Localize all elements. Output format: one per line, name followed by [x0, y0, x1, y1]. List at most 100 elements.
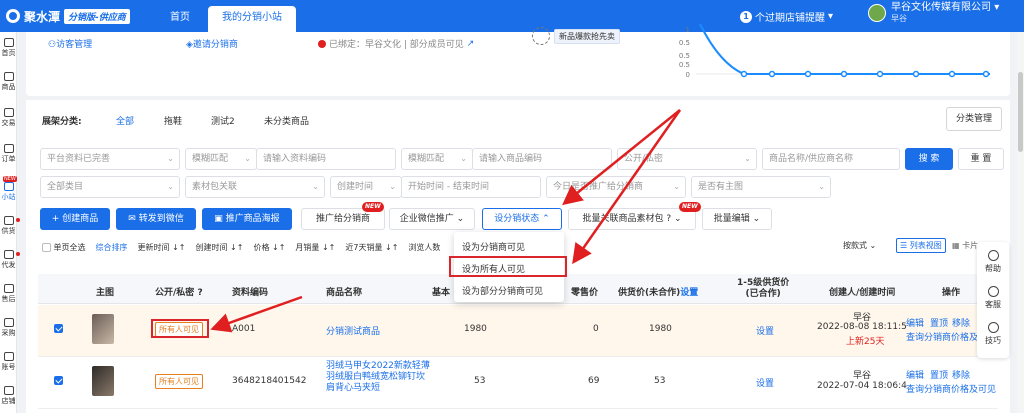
card-view-toggle[interactable]: ▦ 卡片: [952, 240, 978, 251]
time-type-select[interactable]: 创建时间 ⌄: [330, 176, 402, 198]
sidebar-item-account[interactable]: 账号: [0, 352, 17, 372]
poster-button[interactable]: ▣ 推广商品海报: [202, 208, 292, 230]
batch-material-button[interactable]: 批量关联商品素材包 ? ⌄ NEW: [568, 202, 701, 230]
visitor-management-link[interactable]: ⚇访客管理: [48, 37, 92, 50]
list-view-label: 列表视图: [909, 241, 942, 250]
promote-distributor-button[interactable]: 推广给分销商 NEW: [301, 202, 385, 230]
org-switcher[interactable]: 早谷文化传媒有限公司 ▾ 早谷: [868, 2, 999, 24]
product-code-input[interactable]: 请输入商品编码: [472, 148, 612, 170]
tab-my-distribution-site[interactable]: 我的分销小站: [208, 6, 296, 32]
sidebar-item-home[interactable]: 首页: [0, 38, 17, 58]
sort-price[interactable]: 价格 ↓↑: [253, 242, 285, 253]
qr-icon: [532, 27, 550, 45]
select-value: 今日是否推广给分销商: [553, 182, 644, 192]
menu-item-some-distributors-visible[interactable]: 设为部分分销商可见: [462, 284, 543, 297]
tab-home[interactable]: 首页: [160, 6, 200, 32]
checkbox[interactable]: [42, 243, 51, 252]
reset-button[interactable]: 重 置: [958, 148, 1004, 170]
supply-price: 53: [654, 376, 666, 386]
sidebar-item-products[interactable]: 商品: [0, 72, 17, 92]
match-mode-select-2[interactable]: 模糊匹配 ⌄: [401, 148, 473, 170]
query-distributor-price-link[interactable]: 查询分销商价格及可见: [906, 382, 996, 395]
invite-distributor-link[interactable]: ◈邀请分销商: [186, 37, 238, 50]
sidebar-item-trade[interactable]: 交易: [0, 108, 17, 128]
product-name-link[interactable]: 分销测试商品: [326, 324, 380, 337]
info-icon: [318, 39, 326, 48]
created-time: 2022-08-08 18:11:5: [817, 322, 907, 332]
help-icon[interactable]: ?: [197, 288, 202, 298]
sidebar-item-label: 店铺: [1, 397, 16, 405]
menu-item-distributor-visible[interactable]: 设为分销商可见: [462, 240, 525, 253]
sidebar-item-stores[interactable]: 店铺: [0, 386, 17, 406]
pin-top-link[interactable]: 置顶: [930, 316, 948, 329]
sidebar-item-aftersale[interactable]: 售后: [0, 284, 17, 304]
list-view-toggle[interactable]: ☰ 列表视图: [896, 238, 946, 253]
sort-visitors[interactable]: 浏览人数: [408, 242, 440, 253]
people-icon: ⚇: [48, 40, 57, 50]
date-range-picker[interactable]: 开始时间 - 结束时间: [401, 176, 541, 198]
sort-7day-sales[interactable]: 近7天销量 ↓↑: [345, 242, 398, 253]
select-value: 是否有主图: [698, 182, 744, 192]
tips-button[interactable]: 技巧: [977, 322, 1009, 346]
remove-link[interactable]: 移除: [952, 368, 970, 381]
main-image-select[interactable]: 是否有主图 ⌄: [691, 176, 831, 198]
edit-icon[interactable]: ↗: [467, 39, 475, 49]
sidebar-item-purchase[interactable]: 采购: [0, 318, 17, 338]
edit-link[interactable]: 编辑: [906, 316, 924, 329]
category-uncategorized[interactable]: 未分类商品: [264, 114, 309, 127]
sidebar-item-site[interactable]: NEW 小站: [0, 176, 17, 202]
query-distributor-price-link[interactable]: 查询分销商价格及可: [906, 330, 987, 343]
match-mode-select[interactable]: 模糊匹配 ⌄: [185, 148, 257, 170]
sort-update-time[interactable]: 更新时间 ↓↑: [138, 242, 186, 253]
input-placeholder: 请输入商品编码: [479, 154, 543, 164]
tier-settings-link[interactable]: 设置: [756, 324, 774, 337]
product-thumbnail[interactable]: [92, 366, 114, 396]
customer-service-button[interactable]: 客服: [977, 286, 1009, 310]
col-tier-sub: (已合作): [745, 289, 781, 299]
trend-chart: 1 0.5 0.5 0.5 0: [679, 24, 990, 79]
promo-widget[interactable]: 新品爆款抢先卖: [532, 27, 620, 45]
sort-create-time[interactable]: 创建时间 ↓↑: [196, 242, 244, 253]
visibility-select[interactable]: 公开/私密 ⌄: [617, 148, 757, 170]
page-scrollbar[interactable]: [1017, 32, 1024, 413]
category-manage-button[interactable]: 分类管理: [946, 107, 1002, 131]
scrollbar-thumb[interactable]: [1018, 72, 1023, 152]
category-all[interactable]: 全部: [116, 114, 134, 127]
search-button[interactable]: 搜 索: [905, 148, 953, 170]
category-slippers[interactable]: 拖鞋: [164, 114, 182, 127]
sidebar-item-dropship[interactable]: 代发: [0, 250, 20, 270]
product-name-link[interactable]: 羽绒马甲女2022新款轻薄羽绒服白鸭绒宽松铆钉坎肩背心马夹短: [326, 361, 430, 394]
sidebar-item-supply[interactable]: 供货: [0, 216, 20, 236]
product-thumbnail[interactable]: [92, 314, 114, 344]
batch-edit-button[interactable]: 批量编辑 ⌄: [702, 208, 772, 230]
enterprise-wechat-button[interactable]: 企业微信推广 ⌄: [389, 208, 475, 230]
promoted-today-select[interactable]: 今日是否推广给分销商 ⌄: [546, 176, 686, 198]
create-product-button[interactable]: + 创建商品: [40, 208, 110, 230]
edit-link[interactable]: 编辑: [906, 368, 924, 381]
sort-monthly-sales[interactable]: 月销量 ↓↑: [295, 242, 335, 253]
visibility-tag[interactable]: 所有人可见: [155, 374, 203, 389]
select-all-checkbox[interactable]: 单页全选: [42, 242, 86, 253]
pin-top-link[interactable]: 置顶: [930, 368, 948, 381]
category-test2[interactable]: 测试2: [211, 114, 235, 127]
invite-distributor-label: 邀请分销商: [192, 40, 238, 50]
style-sort-select[interactable]: 按款式 ⌄: [843, 240, 876, 251]
org-avatar: [868, 4, 886, 22]
profile-status-select[interactable]: 平台资料已完善 ⌄: [40, 148, 180, 170]
category-select[interactable]: 全部类目 ⌄: [40, 176, 180, 198]
distribution-status-button[interactable]: 设分销状态 ⌃: [482, 208, 562, 230]
app-logo[interactable]: 聚水潭 分销版-供应商: [6, 6, 130, 26]
profile-code-input[interactable]: 请输入资料编码: [256, 148, 396, 170]
row-checkbox[interactable]: [54, 376, 63, 385]
material-select[interactable]: 素材包关联 ⌄: [185, 176, 325, 198]
row-checkbox[interactable]: [54, 324, 63, 333]
help-button[interactable]: 帮助: [977, 250, 1009, 274]
tier-settings-link[interactable]: 设置: [756, 376, 774, 389]
forward-wechat-button[interactable]: ✉ 转发到微信: [116, 208, 196, 230]
expired-store-notice[interactable]: 1 个过期店铺提醒 ▾: [740, 9, 833, 24]
product-name-input[interactable]: 商品名称/供应商名称: [762, 148, 900, 170]
sidebar-item-orders[interactable]: 订单: [0, 144, 17, 164]
sort-default[interactable]: 综合排序: [96, 242, 128, 253]
remove-link[interactable]: 移除: [952, 316, 970, 329]
supply-settings-link[interactable]: 设置: [680, 288, 698, 298]
